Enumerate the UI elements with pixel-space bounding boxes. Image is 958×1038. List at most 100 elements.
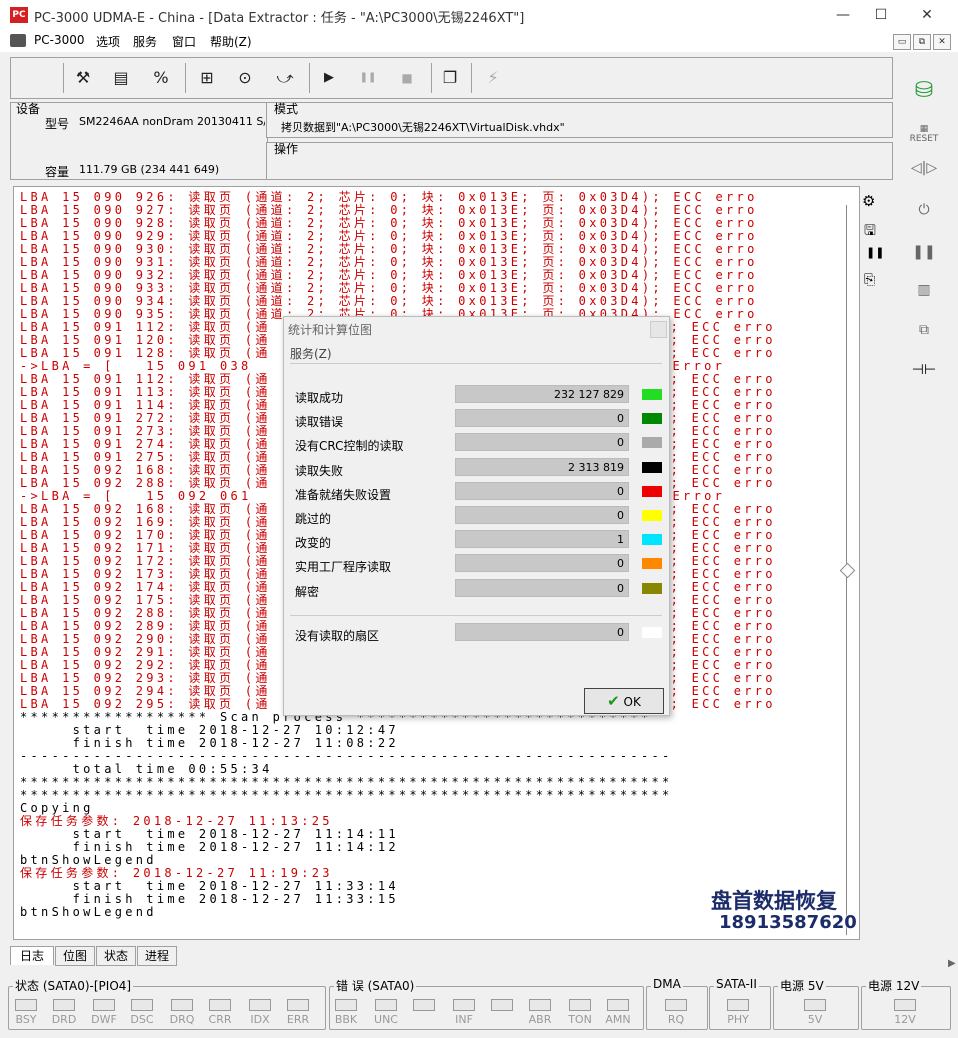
- status-led: [491, 999, 513, 1011]
- operation-panel-title: 操作: [274, 142, 299, 156]
- title-bar: PC PC-3000 UDMA-E - China - [Data Extrac…: [0, 0, 958, 31]
- model-label: 型号: [45, 117, 70, 131]
- status-led: [375, 999, 397, 1011]
- mdi-restore-button[interactable]: ⧉: [913, 34, 931, 50]
- checkmark-icon: ✔: [607, 692, 620, 710]
- status-group-title: 错 误 (SATA0): [334, 977, 417, 994]
- database-icon[interactable]: ⛁: [899, 78, 949, 112]
- mdi-minimize-button[interactable]: ▭: [893, 34, 911, 50]
- model-value: SM2246AA nonDram 20130411 S/N:(0: [79, 115, 265, 128]
- unread-label: 没有读取的扇区: [295, 629, 380, 643]
- binoculars-icon[interactable]: ⊙: [233, 66, 257, 90]
- ok-button-label: OK: [623, 695, 641, 709]
- status-led-label: RQ: [667, 1013, 685, 1026]
- copy-windows-icon[interactable]: ❐: [438, 66, 462, 90]
- menu-options[interactable]: 选项: [96, 33, 120, 50]
- stat-label: 准备就绪失败设置: [295, 487, 392, 502]
- maximize-button[interactable]: ☐: [858, 0, 904, 30]
- scroll-right-icon[interactable]: ▶: [948, 958, 958, 978]
- status-led-label: IDX: [250, 1013, 270, 1026]
- tab-status[interactable]: 状态: [96, 946, 136, 966]
- log-scrollbar[interactable]: [833, 186, 860, 940]
- status-group-title: 状态 (SATA0)-[PIO4]: [13, 977, 134, 994]
- power-switch-icon[interactable]: ⏻: [899, 202, 949, 236]
- watermark-text: 盘首数据恢复: [711, 889, 837, 913]
- status-led: [453, 999, 475, 1011]
- side-panel: ⛁ ▦ RESET ◁|▷ ⏻ ❚❚ ▥ ⧉ ⊣⊢: [899, 72, 949, 972]
- stat-label: 实用工厂程序读取: [295, 560, 392, 575]
- runner-icon[interactable]: ⚡: [481, 66, 505, 90]
- app-icon: PC: [10, 7, 28, 23]
- stat-color-swatch: [642, 558, 662, 570]
- dialog-divider: [290, 615, 662, 616]
- toolbar: ⚒ ▤ % ⊞ ⊙ ⤻ ▶ ❚❚ ■ ❐ ⚡: [10, 57, 893, 99]
- connector-icon[interactable]: ⊣⊢: [899, 362, 949, 396]
- stat-value: 0: [455, 481, 629, 500]
- tab-process[interactable]: 进程: [137, 946, 177, 966]
- dialog-menu-service[interactable]: 服务(Z): [290, 345, 332, 362]
- stat-label: 读取错误: [295, 415, 344, 430]
- watermark-phone: 18913587620: [719, 912, 857, 933]
- save-icon[interactable]: ⤻: [273, 66, 297, 90]
- ok-button[interactable]: ✔ OK: [584, 688, 664, 714]
- status-led: [209, 999, 231, 1011]
- file-icon[interactable]: ▤: [109, 66, 133, 90]
- toolbar-separator: [471, 63, 472, 93]
- stop-icon[interactable]: ■: [395, 66, 419, 90]
- log-pause-icon[interactable]: ❚❚: [866, 246, 884, 259]
- status-led: [569, 999, 591, 1011]
- mode-value: 拷贝数据到"A:\PC3000\无锡2246XT\VirtualDisk.vhd…: [281, 121, 565, 134]
- copy-close-icon[interactable]: ⧉: [899, 322, 949, 356]
- mdi-close-button[interactable]: ✕: [933, 34, 951, 50]
- stat-label: 读取成功: [295, 391, 344, 405]
- status-led-label: AMN: [605, 1013, 631, 1026]
- floppy-save-icon[interactable]: 🖫: [864, 220, 876, 244]
- stat-value: 2 313 819: [455, 457, 629, 476]
- app-menu-icon[interactable]: [10, 34, 26, 47]
- status-led: [335, 999, 357, 1011]
- pause-side-icon[interactable]: ❚❚: [899, 244, 949, 278]
- status-group-title: SATA-II: [714, 977, 759, 991]
- stat-color-swatch: [642, 534, 662, 546]
- status-led-label: CRR: [208, 1013, 232, 1026]
- percent-icon[interactable]: %: [149, 66, 173, 90]
- status-led: [93, 999, 115, 1011]
- device-panel: 设备 型号 SM2246AA nonDram 20130411 S/N:(0 容…: [10, 102, 268, 180]
- capacity-value: 111.79 GB (234 441 649): [79, 163, 220, 176]
- tools-icon[interactable]: ⚒: [71, 66, 95, 90]
- stat-label: 读取失败: [295, 463, 344, 478]
- status-led-label: UNC: [374, 1013, 398, 1026]
- menu-service[interactable]: 服务: [133, 33, 157, 50]
- settings-icon[interactable]: ⚙: [862, 192, 875, 210]
- play-icon[interactable]: ▶: [317, 66, 341, 90]
- menu-bar: PC-3000 选项 服务 窗口 帮助(Z) ▭ ⧉ ✕: [0, 30, 958, 52]
- status-led: [171, 999, 193, 1011]
- status-led: [249, 999, 271, 1011]
- pause-icon[interactable]: ❚❚: [356, 66, 380, 90]
- stat-color-swatch: [642, 485, 662, 497]
- speaker-icon[interactable]: ◁|▷: [899, 160, 949, 194]
- stat-value: 0: [455, 506, 629, 524]
- close-button[interactable]: ✕: [904, 0, 950, 30]
- tab-log[interactable]: 日志: [10, 946, 54, 965]
- status-led: [804, 999, 826, 1011]
- dialog-close-button[interactable]: [650, 321, 667, 338]
- status-group-title: 电源 12V: [866, 977, 922, 994]
- tab-bitmap[interactable]: 位图: [55, 946, 95, 966]
- device-panel-title: 设备: [16, 102, 41, 116]
- menu-window[interactable]: 窗口: [172, 33, 196, 50]
- menu-help[interactable]: 帮助(Z): [210, 33, 252, 50]
- status-led-label: DWF: [91, 1013, 117, 1026]
- status-led: [413, 999, 435, 1011]
- chip-icon[interactable]: ▥: [899, 282, 949, 316]
- menu-pc3000[interactable]: PC-3000: [34, 33, 84, 47]
- status-led-label: DSC: [130, 1013, 154, 1026]
- reset-icon[interactable]: ▦ RESET: [899, 124, 949, 158]
- tree-icon[interactable]: ⊞: [195, 66, 219, 90]
- status-led: [665, 999, 687, 1011]
- stat-label: 改变的: [295, 536, 332, 551]
- status-led: [287, 999, 309, 1011]
- scroll-thumb[interactable]: [839, 562, 856, 579]
- export-icon[interactable]: ⎘: [864, 272, 875, 288]
- window-title: PC-3000 UDMA-E - China - [Data Extractor…: [34, 11, 525, 26]
